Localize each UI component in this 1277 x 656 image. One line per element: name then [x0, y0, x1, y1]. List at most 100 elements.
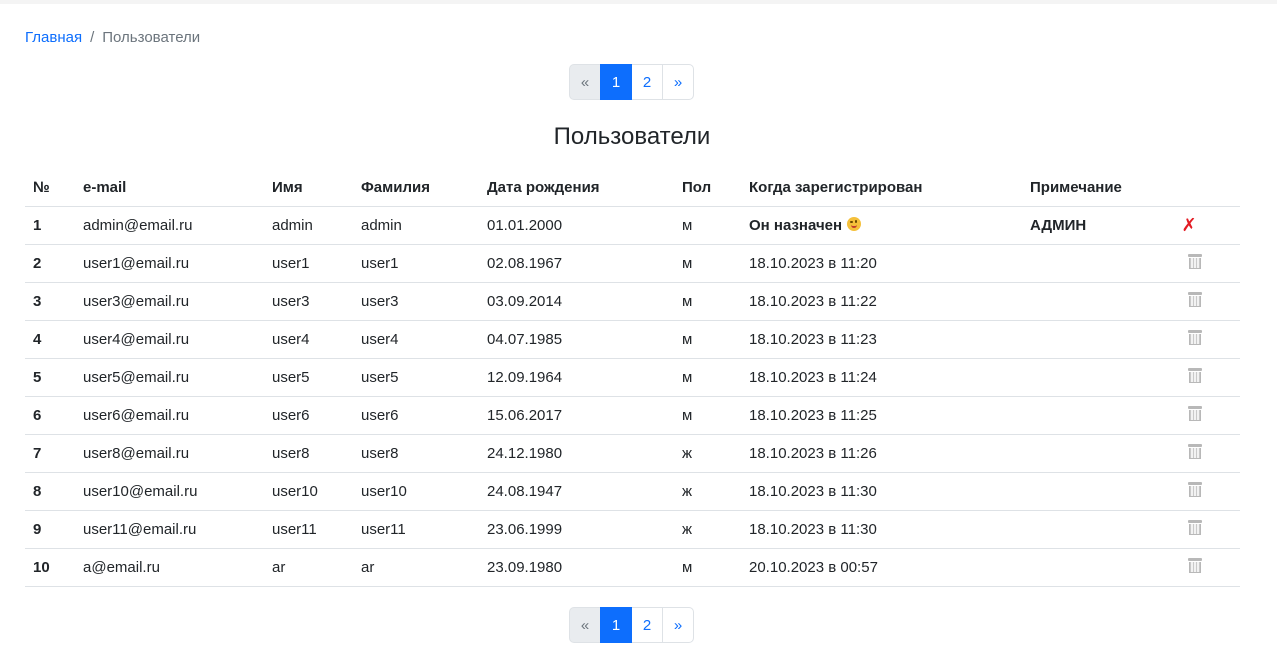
cell-birthdate: 12.09.1964 — [479, 358, 674, 397]
cell-note — [1022, 282, 1178, 321]
x-icon[interactable]: ✗ — [1181, 215, 1196, 236]
cell-birthdate-text: 03.09.2014 — [487, 293, 563, 310]
cell-name-text: user10 — [272, 483, 318, 500]
cell-birthdate-text: 15.06.2017 — [487, 407, 563, 424]
cell-num: 8 — [25, 472, 75, 511]
trash-icon[interactable] — [1188, 292, 1202, 307]
cell-email-text: user10@email.ru — [83, 483, 198, 500]
cell-email: a@email.ru — [75, 548, 264, 587]
pagination-page-1[interactable]: 1 — [600, 64, 632, 100]
pagination-page-2[interactable]: 2 — [631, 607, 663, 643]
cell-email-text: user6@email.ru — [83, 407, 190, 424]
cell-birthdate: 15.06.2017 — [479, 396, 674, 435]
cell-name: user4 — [264, 320, 353, 359]
cell-surname-text: user10 — [361, 483, 407, 500]
trash-icon[interactable] — [1188, 406, 1202, 421]
cell-surname-text: user1 — [361, 255, 399, 272]
header-birthdate: Дата рождения — [479, 169, 674, 207]
cell-surname-text: user3 — [361, 293, 399, 310]
cell-name: ar — [264, 548, 353, 587]
cell-surname: user5 — [353, 358, 479, 397]
cell-surname-text: user5 — [361, 369, 399, 386]
cell-email-text: user5@email.ru — [83, 369, 190, 386]
cell-name-text: user3 — [272, 293, 310, 310]
breadcrumb-current: Пользователи — [102, 29, 201, 46]
cell-sex-text: ж — [682, 521, 693, 538]
cell-sex: м — [674, 548, 741, 587]
cell-num: 5 — [25, 358, 75, 397]
cell-registered-text: 18.10.2023 в 11:25 — [749, 407, 877, 424]
cell-email-text: user3@email.ru — [83, 293, 190, 310]
cell-email: user10@email.ru — [75, 472, 264, 511]
cell-surname-text: user4 — [361, 331, 399, 348]
pagination-page-1[interactable]: 1 — [600, 607, 632, 643]
cell-note — [1022, 320, 1178, 359]
header-sex: Пол — [674, 169, 741, 207]
cell-surname-text: user8 — [361, 445, 399, 462]
trash-icon[interactable] — [1188, 482, 1202, 497]
cell-sex-text: м — [682, 255, 693, 272]
cell-birthdate: 04.07.1985 — [479, 320, 674, 359]
cell-num-text: 5 — [33, 369, 42, 386]
cell-name: user5 — [264, 358, 353, 397]
cell-sex-text: м — [682, 331, 693, 348]
page-title: Пользователи — [553, 123, 711, 150]
table-row: 6 user6@email.ru user6 user6 15.06.2017 м 18.1… — [25, 396, 1240, 435]
breadcrumb-home-link[interactable]: Главная — [25, 29, 82, 46]
cell-sex: м — [674, 320, 741, 359]
pagination-prev: « — [569, 64, 601, 100]
header-surname: Фамилия — [353, 169, 479, 207]
cell-email: user8@email.ru — [75, 434, 264, 473]
cell-action — [1178, 510, 1240, 549]
cell-registered-text: 18.10.2023 в 11:26 — [749, 445, 877, 462]
trash-icon[interactable] — [1188, 520, 1202, 535]
cell-email: user6@email.ru — [75, 396, 264, 435]
cell-surname: user8 — [353, 434, 479, 473]
table-row: 5 user5@email.ru user5 user5 12.09.1964 м 18.1… — [25, 358, 1240, 397]
pagination-next[interactable]: » — [662, 64, 694, 100]
cell-num: 2 — [25, 244, 75, 283]
cell-sex: м — [674, 244, 741, 283]
header-email: e-mail — [75, 169, 264, 207]
table-row: 1 admin@email.ru admin admin 01.01.2000 м Он н… — [25, 206, 1240, 245]
trash-icon[interactable] — [1188, 368, 1202, 383]
cell-sex: м — [674, 206, 741, 245]
table-row: 9 user11@email.ru user11 user11 23.06.1999 ж 1… — [25, 510, 1240, 549]
cell-name: user6 — [264, 396, 353, 435]
cell-action — [1178, 548, 1240, 587]
trash-icon[interactable] — [1188, 330, 1202, 345]
pagination-page-2[interactable]: 2 — [631, 64, 663, 100]
cell-email-text: user8@email.ru — [83, 445, 190, 462]
cell-num-text: 2 — [33, 255, 42, 272]
cell-name: user8 — [264, 434, 353, 473]
trash-icon[interactable] — [1188, 254, 1202, 269]
cell-birthdate: 23.09.1980 — [479, 548, 674, 587]
cell-email: user4@email.ru — [75, 320, 264, 359]
cell-registered: 20.10.2023 в 00:57 — [741, 548, 1022, 587]
trash-icon[interactable] — [1188, 444, 1202, 459]
cell-sex-text: м — [682, 407, 693, 424]
trash-icon[interactable] — [1188, 558, 1202, 573]
cell-note — [1022, 434, 1178, 473]
table-header-row: № e-mail Имя Фамилия Дата рождения Пол К… — [25, 169, 1240, 207]
pagination-prev: « — [569, 607, 601, 643]
cell-email-text: a@email.ru — [83, 559, 160, 576]
cell-birthdate-text: 24.12.1980 — [487, 445, 563, 462]
cell-note: АДМИН — [1022, 206, 1178, 245]
cell-num: 4 — [25, 320, 75, 359]
cell-action — [1178, 244, 1240, 283]
cell-birthdate-text: 23.06.1999 — [487, 521, 563, 538]
cell-surname-text: user6 — [361, 407, 399, 424]
cell-birthdate-text: 04.07.1985 — [487, 331, 563, 348]
cell-note — [1022, 472, 1178, 511]
breadcrumb: Главная / Пользователи — [25, 29, 200, 46]
cell-sex: ж — [674, 434, 741, 473]
cell-registered: 18.10.2023 в 11:26 — [741, 434, 1022, 473]
cell-surname-text: ar — [361, 559, 375, 576]
cell-action — [1178, 282, 1240, 321]
cell-registered: 18.10.2023 в 11:22 — [741, 282, 1022, 321]
cell-registered-text: 18.10.2023 в 11:24 — [749, 369, 877, 386]
cell-name: user11 — [264, 510, 353, 549]
header-registered: Когда зарегистрирован — [741, 169, 1022, 207]
pagination-next[interactable]: » — [662, 607, 694, 643]
